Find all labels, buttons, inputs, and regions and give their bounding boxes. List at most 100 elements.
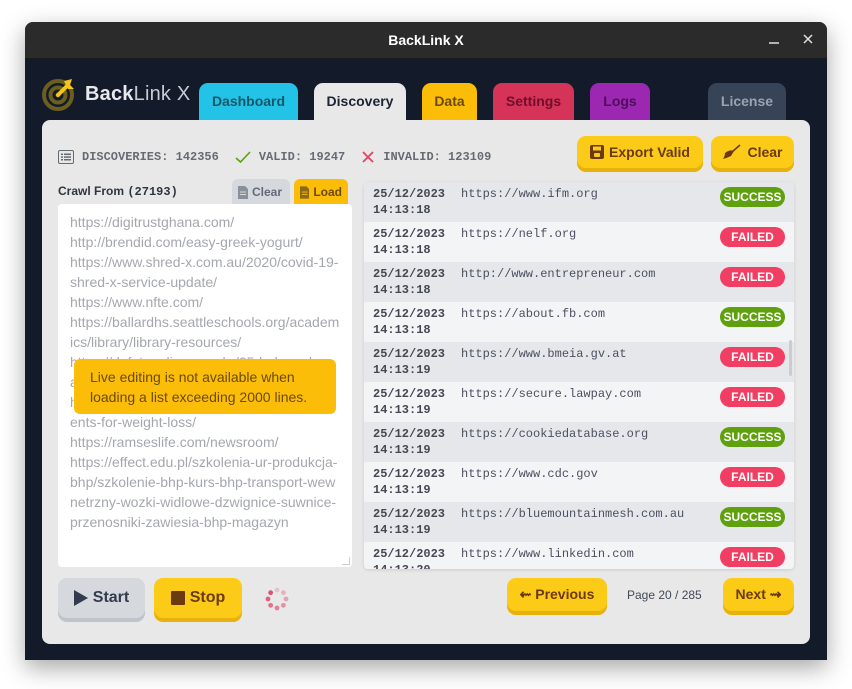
status-badge: FAILED (720, 387, 785, 407)
result-row: 25/12/2023 14:13:18 https://www.ifm.org SUC… (364, 182, 794, 222)
start-button[interactable]: Start (58, 578, 145, 618)
result-datetime: 25/12/2023 14:13:18 (373, 266, 445, 298)
result-row: 25/12/2023 14:13:18 http://www.entrepreneu… (364, 262, 794, 302)
loading-spinner-icon (265, 587, 289, 611)
minimize-icon (769, 42, 779, 44)
tab-license[interactable]: License (708, 83, 786, 123)
spinner-dot (268, 590, 274, 596)
tab-dashboard[interactable]: Dashboard (199, 83, 298, 123)
crawl-from-text: Crawl From (58, 184, 125, 198)
start-label: Start (92, 589, 130, 606)
result-time: 14:13:18 (373, 283, 431, 297)
status-badge: SUCCESS (720, 307, 785, 327)
result-url: https://bluemountainmesh.com.au (461, 507, 685, 521)
url-line: https://effect.edu.pl/szkolenia-ur-produ… (70, 454, 338, 530)
spinner-dot (283, 596, 289, 602)
result-time: 14:13:19 (373, 443, 431, 457)
window-title: BackLink X (388, 32, 464, 48)
status-badge: SUCCESS (720, 187, 785, 207)
status-badge: FAILED (720, 347, 785, 367)
result-date: 25/12/2023 (373, 387, 446, 401)
stat-valid: VALID: 19247 (235, 150, 345, 164)
close-button[interactable] (798, 30, 818, 50)
target-dart-icon (42, 79, 74, 111)
result-date: 25/12/2023 (373, 467, 446, 481)
export-valid-label: Export Valid (609, 144, 690, 160)
result-url: https://www.cdc.gov (461, 467, 598, 481)
status-badge: FAILED (720, 227, 785, 247)
result-date: 25/12/2023 (373, 427, 446, 441)
result-time: 14:13:19 (373, 523, 431, 537)
stop-label: Stop (189, 589, 226, 606)
result-url: https://www.bmeia.gv.at (461, 347, 627, 361)
tab-data[interactable]: Data (422, 83, 477, 123)
live-editing-toast: Live editing is not available when loadi… (74, 359, 336, 414)
spinner-dot (280, 590, 286, 596)
tab-logs[interactable]: Logs (590, 83, 650, 123)
app-header: BackLink X Dashboard Discovery Data Sett… (25, 59, 827, 123)
result-time: 14:13:19 (373, 363, 431, 377)
result-time: 14:13:18 (373, 243, 431, 257)
next-page-button[interactable]: Next ⇝ (723, 578, 794, 611)
result-url: https://about.fb.com (461, 307, 606, 321)
clear-list-label: Clear (252, 185, 283, 199)
result-row: 25/12/2023 14:13:18 https://about.fb.com SU… (364, 302, 794, 342)
load-list-button[interactable]: Load (294, 179, 348, 205)
result-datetime: 25/12/2023 14:13:18 (373, 306, 445, 338)
result-date: 25/12/2023 (373, 187, 446, 201)
url-line: https://ramseslife.com/newsroom/ (70, 434, 279, 450)
stop-icon (170, 591, 185, 605)
resize-handle[interactable] (342, 557, 350, 565)
result-date: 25/12/2023 (373, 267, 446, 281)
result-url: https://cookiedatabase.org (461, 427, 649, 441)
logo-text-thin: Link X (133, 82, 191, 105)
result-date: 25/12/2023 (373, 347, 446, 361)
result-time: 14:13:20 (373, 562, 445, 569)
result-row: 25/12/2023 14:13:19 https://bluemountainme… (364, 502, 794, 542)
result-url: https://www.linkedin.com (461, 547, 634, 561)
status-badge: FAILED (720, 267, 785, 287)
result-date: 25/12/2023 (373, 507, 446, 521)
logo: BackLink X (42, 77, 190, 111)
result-datetime: 25/12/202314:13:20 (373, 546, 445, 569)
list-icon (58, 150, 74, 164)
status-badge: SUCCESS (720, 507, 785, 527)
invalid-count: INVALID: 123109 (383, 150, 492, 164)
stats-bar: DISCOVERIES: 142356 VALID: 19247 INVALID… (58, 150, 507, 164)
result-row: 25/12/202314:13:20 https://www.linkedin.c… (364, 542, 794, 569)
minimize-button[interactable] (764, 30, 784, 50)
spinner-dot (265, 596, 271, 602)
check-icon (235, 150, 251, 164)
previous-page-button[interactable]: ⇜ Previous (507, 578, 607, 611)
app-window: BackLink X BackLink X Dashboard Discover… (25, 22, 827, 660)
load-list-label: Load (313, 185, 342, 199)
play-icon (73, 590, 88, 606)
export-valid-button[interactable]: Export Valid (577, 136, 703, 168)
url-line: https://www.shred-x.com.au/2020/covid-19… (70, 254, 339, 290)
result-date: 25/12/2023 (373, 547, 446, 561)
result-date: 25/12/2023 (373, 307, 446, 321)
url-line: https://www.nfte.com/ (70, 294, 204, 310)
results-list: 25/12/2023 14:13:18 https://www.ifm.org SUC… (364, 182, 794, 569)
status-badge: FAILED (720, 547, 785, 567)
clear-results-button[interactable]: Clear (711, 136, 794, 168)
tab-discovery[interactable]: Discovery (314, 83, 406, 123)
result-time: 14:13:19 (373, 483, 431, 497)
save-icon (590, 145, 605, 159)
result-url: https://nelf.org (461, 227, 577, 241)
result-row: 25/12/2023 14:13:19 https://secure.lawpay.… (364, 382, 794, 422)
spinner-dot (280, 602, 286, 608)
clear-list-button[interactable]: Clear (232, 179, 290, 205)
result-time: 14:13:18 (373, 323, 431, 337)
page-indicator: Page 20 / 285 (627, 588, 702, 602)
discoveries-count: DISCOVERIES: 142356 (82, 150, 219, 164)
stop-button[interactable]: Stop (154, 578, 242, 618)
results-scrollbar[interactable] (789, 340, 792, 376)
result-url: https://secure.lawpay.com (461, 387, 642, 401)
result-row: 25/12/2023 14:13:19 https://cookiedatabase… (364, 422, 794, 462)
url-line: https://ballardhs.seattleschools.org/aca… (70, 314, 340, 350)
result-datetime: 25/12/2023 14:13:19 (373, 506, 445, 538)
tab-settings[interactable]: Settings (493, 83, 574, 123)
clear-label: Clear (747, 144, 783, 160)
file-icon (300, 185, 310, 199)
